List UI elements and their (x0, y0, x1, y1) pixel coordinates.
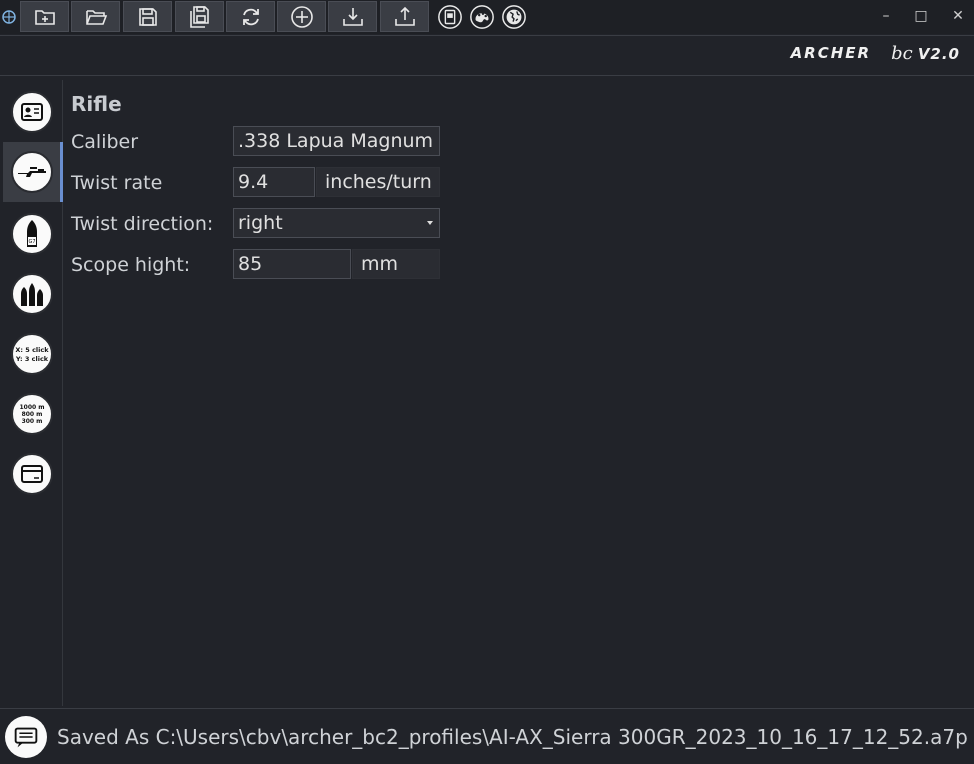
title-bar: – □ ✕ (0, 0, 974, 34)
twist-rate-label: Twist rate (71, 172, 163, 194)
export-button[interactable] (380, 1, 429, 32)
sidebar-item-window[interactable] (3, 444, 61, 504)
save-as-button[interactable] (175, 1, 224, 32)
profile-card-icon (21, 103, 43, 121)
zeroing-y-text: Y: 3 click (15, 355, 49, 363)
distance-3-text: 300 m (22, 418, 43, 425)
sidebar-item-profile[interactable] (3, 82, 61, 142)
sidebar-item-distances[interactable]: 1000 m 800 m 300 m (3, 384, 61, 444)
device-button[interactable] (436, 3, 464, 31)
zeroing-x-text: X: 5 click (15, 346, 49, 354)
import-button[interactable] (328, 1, 377, 32)
message-icon (14, 727, 38, 748)
open-folder-icon (85, 9, 107, 25)
header-divider (0, 75, 974, 76)
brand-name: ARCHER (790, 44, 872, 62)
scope-height-unit: mm (352, 249, 440, 279)
sidebar-item-cartridge[interactable]: G7 (3, 204, 61, 264)
new-file-button[interactable] (20, 1, 69, 32)
reload-icon (242, 8, 259, 25)
import-icon (342, 7, 363, 26)
cartridge-icon: G7 (27, 220, 37, 247)
status-message: Saved As C:\Users\cbv\archer_bc2_profile… (57, 725, 968, 749)
save-icon (138, 7, 157, 26)
app-logo-icon (2, 10, 16, 24)
svg-text:G7: G7 (28, 239, 35, 245)
caliber-input[interactable]: .338 Lapua Magnum (233, 126, 440, 156)
save-button[interactable] (123, 1, 172, 32)
dropdown-arrow-icon (427, 221, 433, 225)
brand-logo: ARCHER bc V2.0 (791, 42, 960, 64)
distance-1-text: 1000 m (19, 404, 44, 411)
scope-height-input[interactable]: 85 (233, 249, 351, 279)
minimize-button[interactable]: – (868, 4, 904, 28)
zeroing-clicks-icon: X: 5 click Y: 3 click (15, 346, 49, 363)
twist-direction-label: Twist direction: (71, 213, 214, 235)
sidebar-item-bullets[interactable] (3, 264, 61, 324)
brand-version: V2.0 (917, 44, 960, 63)
rifle-icon (18, 167, 46, 177)
close-button[interactable]: ✕ (940, 4, 974, 28)
add-icon (290, 5, 313, 28)
export-icon (394, 6, 415, 26)
language-globe-icon (502, 5, 526, 29)
caliber-label: Caliber (71, 131, 139, 153)
message-button[interactable] (5, 716, 47, 758)
new-file-icon (34, 9, 55, 25)
open-folder-button[interactable] (71, 1, 120, 32)
twist-rate-input[interactable]: 9.4 (233, 167, 315, 197)
bullets-icon (21, 283, 43, 306)
distance-2-text: 800 m (22, 411, 43, 418)
language-button[interactable] (500, 3, 528, 31)
sidebar-item-rifle[interactable] (3, 142, 63, 202)
titlebar-divider (0, 35, 974, 36)
device-icon (438, 5, 462, 29)
twist-direction-select[interactable]: right (233, 208, 440, 238)
twist-rate-unit: inches/turn (316, 167, 440, 197)
section-title: Rifle (71, 92, 122, 116)
theme-button[interactable] (468, 3, 496, 31)
scope-height-label: Scope hight: (71, 254, 191, 276)
add-button[interactable] (277, 1, 326, 32)
sidebar-item-zeroing[interactable]: X: 5 click Y: 3 click (3, 324, 61, 384)
maximize-button[interactable]: □ (903, 4, 939, 28)
window-icon (21, 465, 43, 483)
twist-direction-value: right (238, 212, 283, 234)
distances-icon: 1000 m 800 m 300 m (19, 404, 44, 425)
brand-product: bc (891, 42, 913, 64)
statusbar-divider (0, 708, 974, 709)
save-as-icon (189, 5, 209, 28)
theme-palette-icon (470, 5, 494, 29)
reload-button[interactable] (226, 1, 275, 32)
